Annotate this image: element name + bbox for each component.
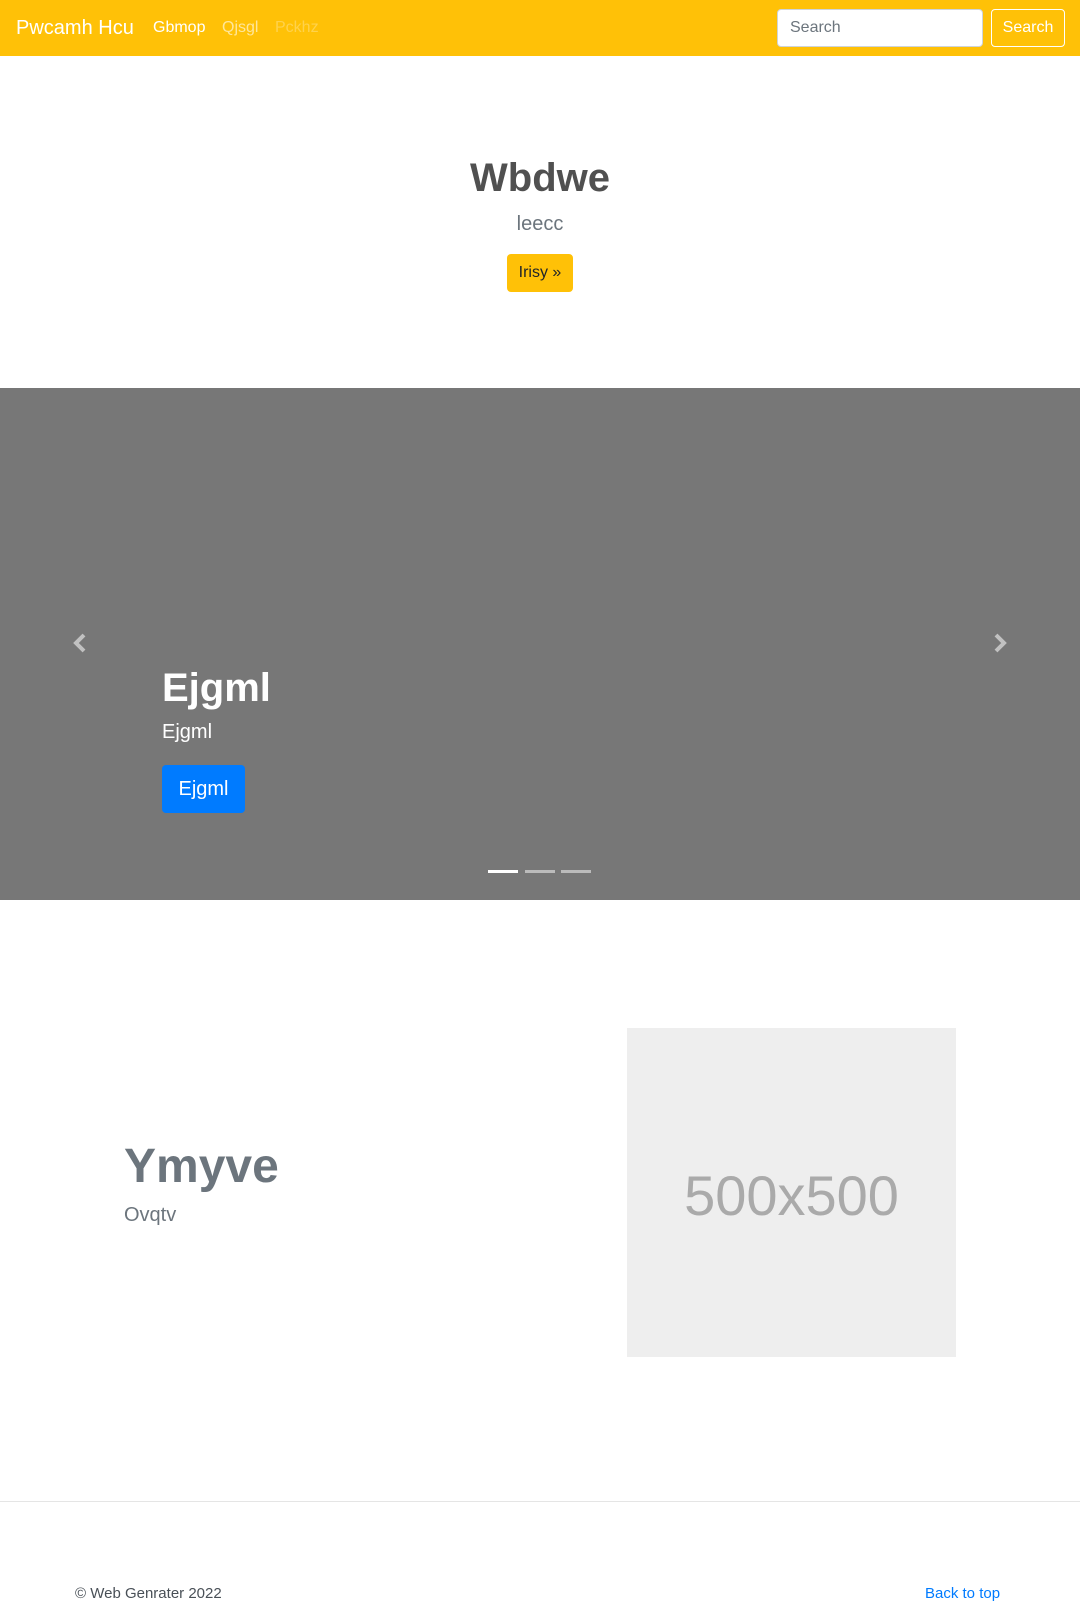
copyright-text: © Web Genrater 2022 <box>75 1585 222 1602</box>
back-to-top-link[interactable]: Back to top <box>925 1585 1000 1603</box>
brand-link[interactable]: Pwcamh Hcu <box>16 16 134 40</box>
search-input[interactable] <box>777 9 983 47</box>
carousel-slide-title: Ejgml <box>162 666 271 710</box>
carousel-indicator-1[interactable] <box>488 870 518 873</box>
jumbotron-subtitle: leecc <box>516 213 564 235</box>
carousel-prev-control[interactable] <box>69 631 93 655</box>
search-button[interactable]: Search <box>991 9 1065 47</box>
jumbotron-button[interactable]: Irisy » <box>507 254 573 292</box>
carousel-slide-button[interactable]: Ejgml <box>162 765 245 813</box>
nav-link-gbmop[interactable]: Gbmop <box>153 18 205 38</box>
placeholder-image-label: 500x500 <box>684 1164 899 1227</box>
carousel-indicator-2[interactable] <box>525 870 555 873</box>
feature-title: Ymyve <box>124 1140 279 1193</box>
carousel-indicator-3[interactable] <box>561 870 591 873</box>
carousel: Ejgml Ejgml Ejgml <box>0 388 1080 900</box>
nav-link-pckhz-disabled: Pckhz <box>275 19 319 36</box>
carousel-slide-text: Ejgml <box>162 721 213 743</box>
carousel-next-control[interactable] <box>987 631 1011 655</box>
nav-link-qjsgl[interactable]: Qjsgl <box>222 18 258 38</box>
navbar: Pwcamh Hcu Gbmop Qjsgl Pckhz Search <box>0 0 1080 56</box>
chevron-right-icon <box>994 633 1007 653</box>
chevron-left-icon <box>73 633 86 653</box>
feature-subtitle: Ovqtv <box>124 1204 177 1226</box>
placeholder-image: 500x500 <box>627 1028 956 1357</box>
jumbotron-title: Wbdwe <box>470 156 610 200</box>
divider <box>0 1501 1080 1502</box>
